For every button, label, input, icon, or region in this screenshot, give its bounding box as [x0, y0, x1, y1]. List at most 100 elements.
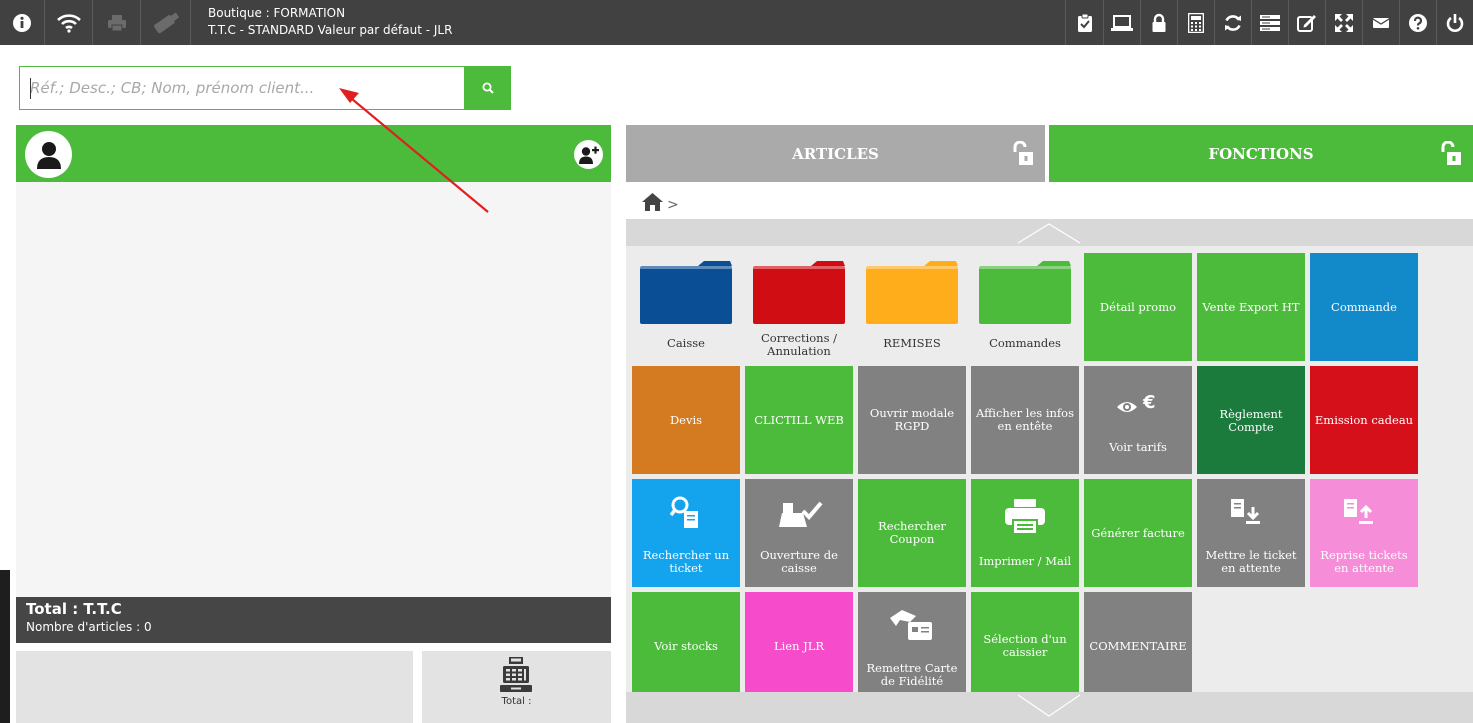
- text-caret: [30, 78, 31, 99]
- edit-button[interactable]: [1288, 0, 1325, 45]
- folder-corrections[interactable]: Corrections / Annulation: [745, 253, 853, 361]
- help-button[interactable]: [1399, 0, 1436, 45]
- reglement-compte-button[interactable]: Règlement Compte: [1197, 366, 1305, 474]
- info-icon: [13, 13, 31, 32]
- receipt-download-icon: [1231, 499, 1260, 524]
- help-icon: [1409, 13, 1427, 32]
- folder-icon: [640, 261, 732, 324]
- folder-remises[interactable]: REMISES: [858, 253, 966, 361]
- view-stocks-button[interactable]: Voir stocks: [632, 592, 740, 700]
- folder-corrections-label: Corrections / Annulation: [760, 331, 838, 358]
- add-user-icon: [578, 146, 599, 164]
- tab-fonctions[interactable]: FONCTIONS: [1049, 125, 1473, 182]
- printer-status-button[interactable]: [93, 0, 141, 45]
- messages-button[interactable]: [1362, 0, 1399, 45]
- ticket-lines-area: [16, 182, 611, 597]
- lock-button[interactable]: [1140, 0, 1177, 45]
- functions-grid: Caisse Corrections / Annulation REMISES …: [626, 219, 1473, 723]
- folder-icon: [979, 261, 1071, 324]
- search-button[interactable]: [464, 66, 511, 110]
- refresh-icon: [1225, 14, 1241, 31]
- emission-cadeau-button[interactable]: Emission cadeau: [1310, 366, 1418, 474]
- print-mail-button[interactable]: Imprimer / Mail: [971, 479, 1079, 587]
- folder-remises-label: REMISES: [883, 336, 941, 350]
- power-icon: [1446, 13, 1464, 32]
- register-check-icon: [779, 501, 823, 527]
- scroll-down-button[interactable]: [626, 692, 1473, 723]
- fullscreen-button[interactable]: [1325, 0, 1362, 45]
- usb-key-button[interactable]: [141, 0, 191, 45]
- fullscreen-icon: [1335, 13, 1353, 32]
- detail-promo-button[interactable]: Détail promo: [1084, 253, 1192, 361]
- total-title: Total : T.T.C: [26, 600, 122, 618]
- comment-button[interactable]: COMMENTAIRE: [1084, 592, 1192, 700]
- printer-icon: [1005, 499, 1045, 535]
- list-view-button[interactable]: [1251, 0, 1288, 45]
- scroll-up-button[interactable]: [626, 219, 1473, 246]
- wifi-status-button[interactable]: [45, 0, 93, 45]
- lock-icon: [1152, 13, 1166, 32]
- show-header-info-button[interactable]: Afficher les infos en entête: [971, 366, 1079, 474]
- checklist-button[interactable]: [1065, 0, 1103, 45]
- folder-icon: [866, 261, 958, 324]
- breadcrumb: >: [641, 191, 679, 213]
- eye-euro-icon: €: [1117, 392, 1156, 413]
- wifi-icon: [56, 13, 81, 33]
- search-receipt-icon: [670, 496, 698, 528]
- vente-export-button[interactable]: Vente Export HT: [1197, 253, 1305, 361]
- unlock-icon[interactable]: [1011, 141, 1035, 167]
- loyalty-card-button[interactable]: Remettre Carte de Fidélité: [858, 592, 966, 700]
- folder-commandes[interactable]: Commandes: [971, 253, 1079, 361]
- hand-card-icon: [890, 610, 932, 640]
- search-coupon-button[interactable]: Rechercher Coupon: [858, 479, 966, 587]
- unlock-icon[interactable]: [1439, 141, 1463, 167]
- open-register-button[interactable]: Ouverture de caisse: [745, 479, 853, 587]
- usb-key-icon: [153, 12, 179, 33]
- breadcrumb-separator: >: [667, 197, 679, 213]
- tab-fonctions-label: FONCTIONS: [1208, 145, 1314, 163]
- total-label: Total :: [501, 696, 532, 707]
- jlr-link-button[interactable]: Lien JLR: [745, 592, 853, 700]
- hold-ticket-button[interactable]: Mettre le ticket en attente: [1197, 479, 1305, 587]
- screen-button[interactable]: [1103, 0, 1140, 45]
- search-input[interactable]: [20, 67, 464, 109]
- generate-invoice-button[interactable]: Générer facture: [1084, 479, 1192, 587]
- item-count: Nombre d'articles : 0: [26, 620, 152, 634]
- receipt-upload-icon: [1344, 499, 1373, 524]
- search-box: [19, 66, 465, 110]
- total-summary-bar: Total : T.T.C Nombre d'articles : 0: [16, 597, 611, 643]
- refresh-button[interactable]: [1214, 0, 1251, 45]
- folder-caisse-label: Caisse: [667, 336, 705, 350]
- laptop-icon: [1111, 14, 1133, 31]
- edit-icon: [1297, 14, 1316, 32]
- printer-icon: [107, 14, 126, 31]
- add-client-button[interactable]: [574, 140, 603, 169]
- top-toolbar: Boutique : FORMATION T.T.C - STANDARD Va…: [0, 0, 1473, 45]
- rgpd-modal-button[interactable]: Ouvrir modale RGPD: [858, 366, 966, 474]
- commande-button[interactable]: Commande: [1310, 253, 1418, 361]
- chevron-down-icon: [1017, 694, 1081, 717]
- tab-articles[interactable]: ARTICLES: [626, 125, 1045, 182]
- info-button[interactable]: [0, 0, 45, 45]
- calculator-button[interactable]: [1177, 0, 1214, 45]
- search-ticket-button[interactable]: Rechercher un ticket: [632, 479, 740, 587]
- window-edge: [0, 570, 10, 723]
- search-icon: [482, 82, 494, 94]
- resume-tickets-button[interactable]: Reprise tickets en attente: [1310, 479, 1418, 587]
- power-button[interactable]: [1436, 0, 1473, 45]
- select-cashier-button[interactable]: Sélection d'un caissier: [971, 592, 1079, 700]
- payment-area: [16, 651, 413, 723]
- top-right-actions: [1065, 0, 1473, 45]
- cash-register-icon: [500, 657, 532, 692]
- folder-caisse[interactable]: Caisse: [632, 253, 740, 361]
- total-button[interactable]: Total :: [422, 651, 611, 723]
- clipboard-check-icon: [1077, 13, 1092, 32]
- tariff-info: T.T.C - STANDARD Valeur par défaut - JLR: [208, 23, 453, 37]
- voir-tarifs-button[interactable]: € Voir tarifs: [1084, 366, 1192, 474]
- devis-button[interactable]: Devis: [632, 366, 740, 474]
- clictill-web-button[interactable]: CLICTILL WEB: [745, 366, 853, 474]
- svg-text:€: €: [1142, 392, 1156, 413]
- calculator-icon: [1188, 12, 1204, 33]
- client-avatar[interactable]: [25, 131, 72, 178]
- home-icon[interactable]: [641, 192, 664, 212]
